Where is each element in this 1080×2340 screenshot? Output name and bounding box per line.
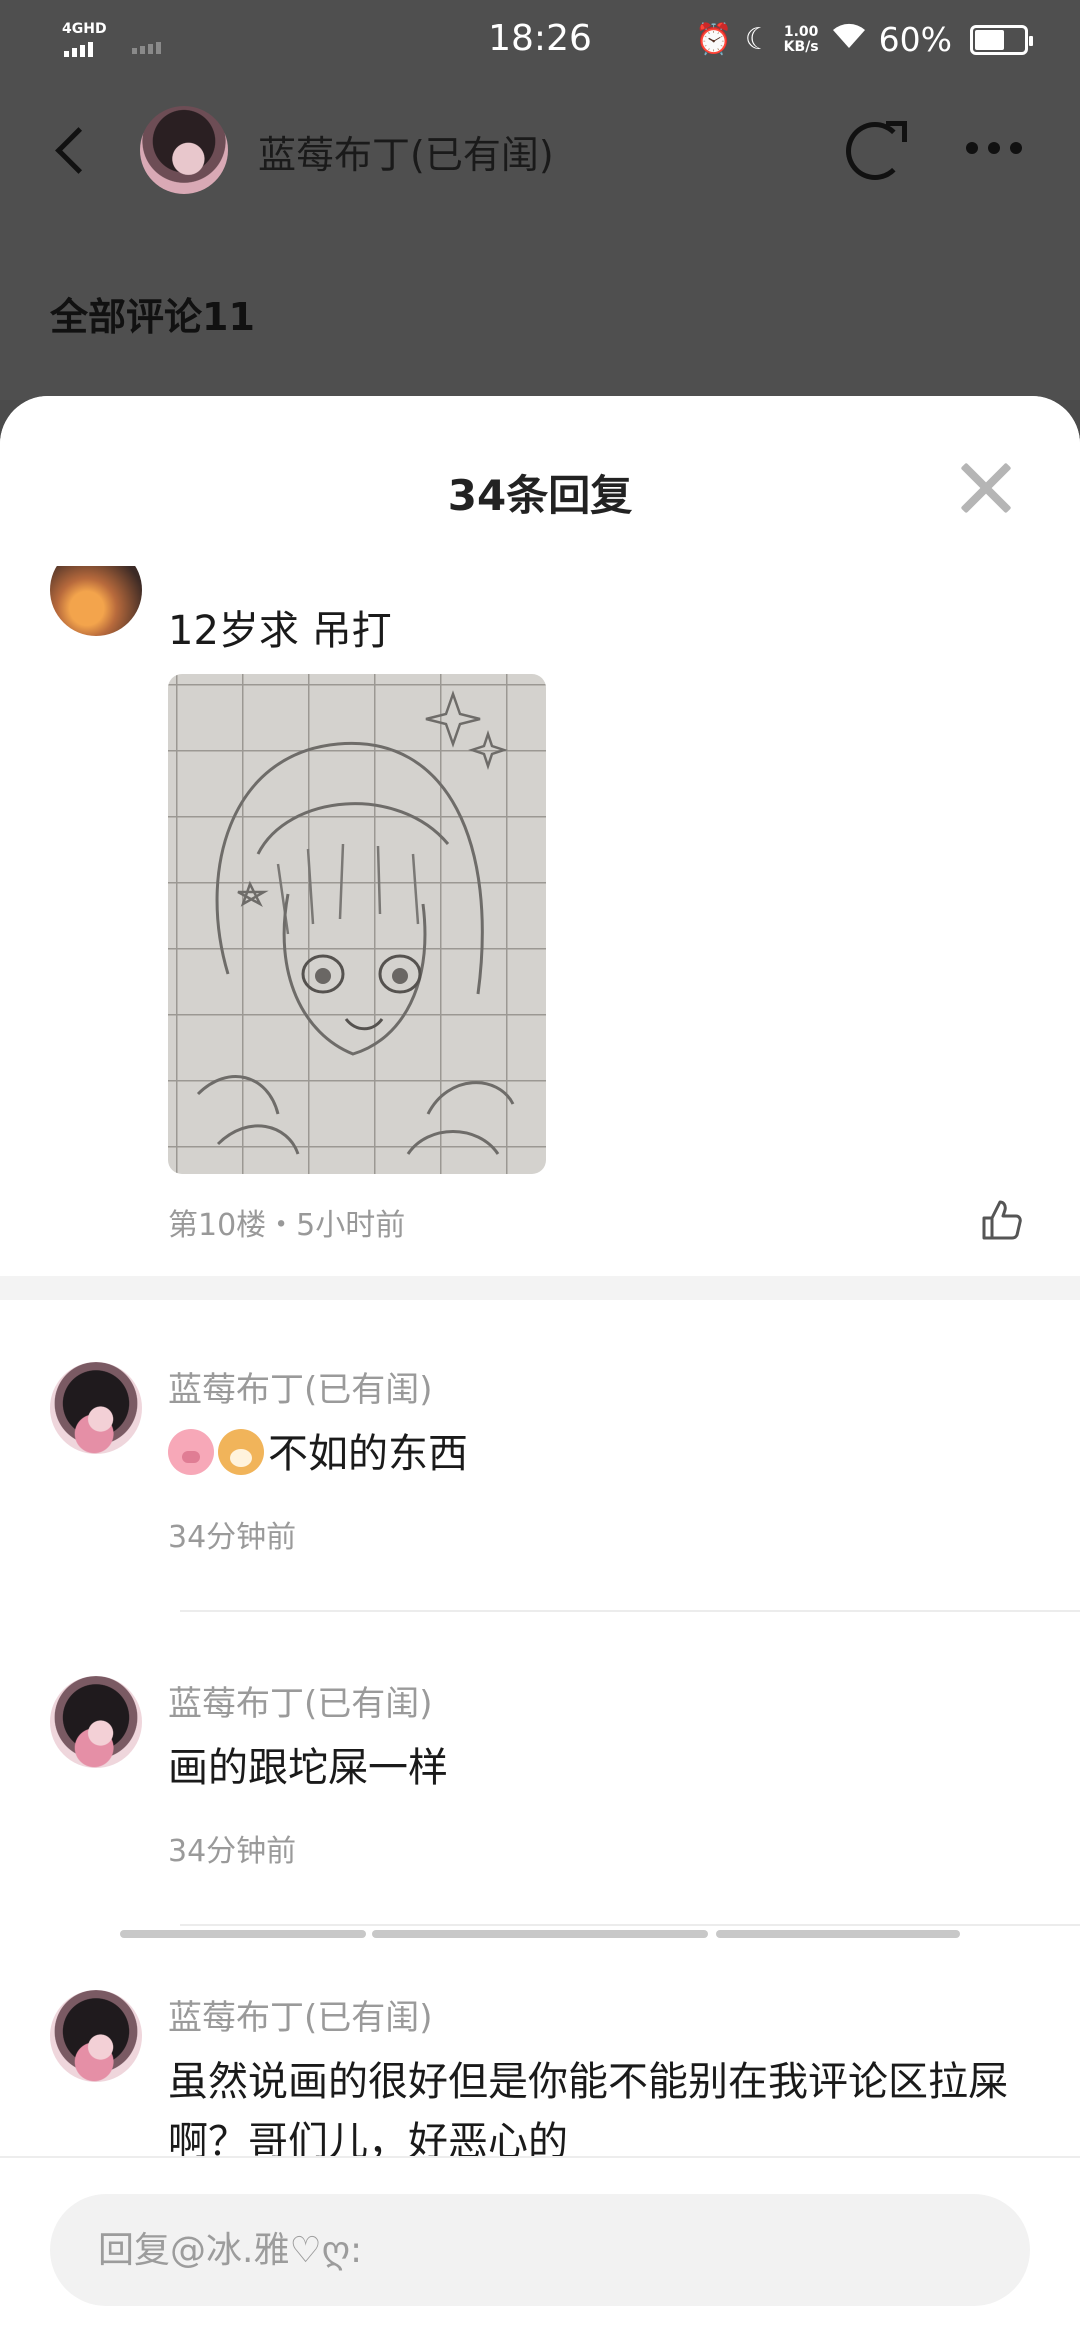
alarm-icon: ⏰: [695, 21, 733, 57]
reply-time: 34分钟前: [168, 1834, 297, 1869]
back-icon[interactable]: [48, 128, 92, 172]
reply-author[interactable]: 蓝莓布丁(已有闺): [168, 1990, 433, 2039]
nav-title[interactable]: 蓝莓布丁(已有闺): [258, 124, 554, 179]
thumb-up-icon[interactable]: [980, 1198, 1024, 1242]
sheet-header: 34条回复: [0, 396, 1080, 566]
avatar[interactable]: [50, 1990, 142, 2082]
pig-emoji-icon: [168, 1429, 214, 1475]
reply-text: 画的跟坨屎一样: [168, 1745, 448, 1791]
comment-text: 12岁求 吊打: [168, 608, 392, 654]
avatar[interactable]: [50, 1362, 142, 1454]
gesture-bar: [716, 1930, 960, 1938]
share-icon[interactable]: [846, 121, 907, 180]
reply-text: 不如的东西: [168, 1424, 1028, 1484]
reply-bar: [0, 2156, 1080, 2340]
sheet-title: 34条回复: [447, 471, 633, 520]
gesture-bar: [120, 1930, 366, 1938]
reply-time: 34分钟前: [168, 1520, 297, 1555]
status-right: ⏰ ☾ 1.00 KB/s 60%: [695, 20, 1033, 59]
divider: [180, 1924, 1080, 1926]
moon-icon: ☾: [744, 21, 772, 57]
battery-fill: [975, 29, 1004, 50]
more-icon[interactable]: [966, 142, 1022, 154]
wifi-icon: [831, 20, 867, 59]
reply-input[interactable]: [50, 2194, 1030, 2306]
reply-author[interactable]: 蓝莓布丁(已有闺): [168, 1362, 433, 1411]
network-speed: 1.00 KB/s: [783, 23, 819, 55]
reply-text-content: 不如的东西: [268, 1431, 468, 1477]
replies-sheet: 12岁求 吊打 第10楼・5小时前 蓝莓布丁(已有闺) 不如的东西 34分钟前 …: [0, 396, 1080, 2340]
avatar[interactable]: [50, 1676, 142, 1768]
status-bar: 4GHD 18:26 ⏰ ☾ 1.00 KB/s 60%: [0, 0, 1080, 84]
speed-unit: KB/s: [783, 38, 819, 55]
comment-image[interactable]: [168, 674, 546, 1174]
all-comments-heading: 全部评论11: [50, 295, 255, 339]
section-divider: [0, 1276, 1080, 1300]
battery-percent: 60%: [878, 20, 952, 59]
comment-meta: 第10楼・5小时前: [168, 1208, 406, 1243]
reply-author[interactable]: 蓝莓布丁(已有闺): [168, 1676, 433, 1725]
reply-text: 虽然说画的很好但是你能不能别在我评论区拉屎啊？哥们儿，好恶心的: [168, 2059, 1008, 2165]
avatar[interactable]: [140, 106, 228, 194]
replies-list[interactable]: 12岁求 吊打 第10楼・5小时前 蓝莓布丁(已有闺) 不如的东西 34分钟前 …: [0, 396, 1080, 2165]
close-icon[interactable]: [958, 460, 1014, 516]
divider: [180, 1610, 1080, 1612]
gesture-bar: [372, 1930, 708, 1938]
speed-value: 1.00: [783, 23, 819, 40]
battery-icon: [970, 24, 1033, 55]
background-page: 4GHD 18:26 ⏰ ☾ 1.00 KB/s 60% 蓝莓布丁(已有闺) 全…: [0, 0, 1080, 400]
top-nav: 蓝莓布丁(已有闺): [0, 100, 1080, 200]
dog-emoji-icon: [218, 1429, 264, 1475]
